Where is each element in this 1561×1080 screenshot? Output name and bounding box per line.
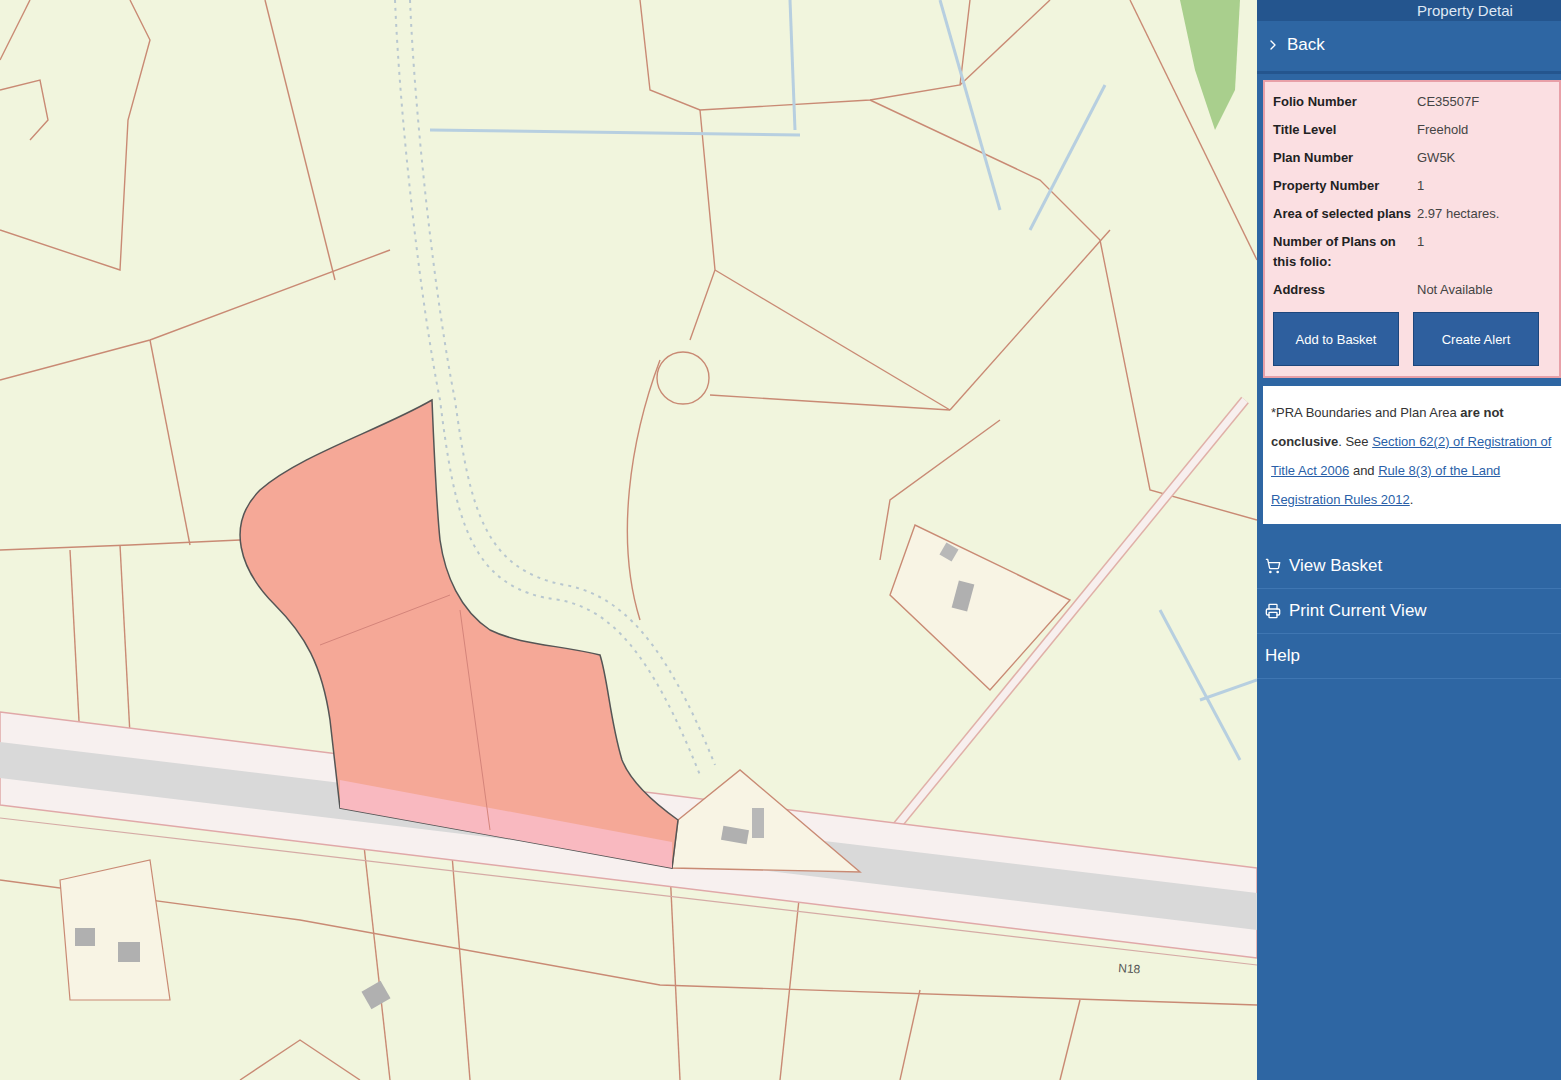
detail-value: 1 bbox=[1417, 232, 1551, 272]
side-road bbox=[865, 400, 1245, 865]
parcel-boundary bbox=[690, 110, 715, 340]
menu-item[interactable]: View Basket bbox=[1257, 544, 1561, 589]
action-button[interactable]: Add to Basket bbox=[1273, 312, 1399, 366]
building bbox=[952, 580, 975, 611]
parcel-boundary bbox=[150, 340, 190, 545]
selected-parcel[interactable] bbox=[240, 400, 678, 868]
road-carriageway bbox=[0, 742, 1257, 930]
chevron-icon bbox=[1265, 37, 1281, 53]
parcel-boundary bbox=[1130, 0, 1257, 260]
detail-value: GW5K bbox=[1417, 148, 1551, 168]
detail-label: Property Number bbox=[1273, 176, 1413, 196]
parcel-boundary bbox=[265, 0, 335, 280]
detail-value: 1 bbox=[1417, 176, 1551, 196]
building bbox=[752, 808, 764, 838]
watercourse bbox=[1200, 680, 1257, 700]
parcel-boundary bbox=[900, 990, 920, 1080]
parcel-boundary bbox=[950, 230, 1110, 410]
detail-value: Not Available bbox=[1417, 280, 1551, 300]
notice-text: . See bbox=[1338, 434, 1372, 449]
detail-label: Plan Number bbox=[1273, 148, 1413, 168]
back-link[interactable]: Back bbox=[1257, 21, 1561, 74]
panel-title: Property Detai bbox=[1257, 0, 1561, 21]
menu-item[interactable]: Help bbox=[1257, 634, 1561, 679]
road-label: N18 bbox=[1118, 961, 1141, 977]
disclaimer-notice: *PRA Boundaries and Plan Area are not co… bbox=[1263, 386, 1561, 524]
notice-text: *PRA Boundaries and Plan Area bbox=[1271, 405, 1460, 420]
sidebar: Property DetaiBack Folio NumberCE35507FTi… bbox=[1257, 0, 1561, 1080]
detail-label: Folio Number bbox=[1273, 92, 1413, 112]
parcel-division bbox=[320, 595, 450, 645]
watercourse bbox=[940, 0, 1000, 210]
parcel-boundary bbox=[70, 550, 80, 740]
parcel-boundary bbox=[640, 0, 970, 110]
detail-label: Address bbox=[1273, 280, 1413, 300]
property-details: Folio NumberCE35507FTitle LevelFreeholdP… bbox=[1263, 80, 1561, 378]
menu-item[interactable]: Print Current View bbox=[1257, 589, 1561, 634]
notice-text: . bbox=[1410, 492, 1414, 507]
woodland bbox=[1180, 0, 1240, 130]
parcel-boundary bbox=[780, 890, 800, 1080]
watercourse bbox=[1030, 85, 1105, 230]
parcel-map[interactable]: N18 bbox=[0, 0, 1257, 1080]
parcel-boundary bbox=[0, 80, 48, 140]
parcel-boundary bbox=[240, 1040, 360, 1080]
sidebar-menu: View BasketPrint Current ViewHelp bbox=[1257, 544, 1561, 679]
parcel-boundary bbox=[0, 0, 30, 60]
building bbox=[118, 942, 140, 962]
detail-value: 2.97 hectares. bbox=[1417, 204, 1551, 224]
detail-label: Number of Plans on this folio: bbox=[1273, 232, 1413, 272]
parcel-boundary bbox=[0, 250, 390, 380]
notice-text: and bbox=[1349, 463, 1378, 478]
parcel-boundary bbox=[710, 395, 950, 410]
house-plot bbox=[890, 525, 1070, 690]
parcel-division bbox=[460, 610, 490, 830]
detail-value: CE35507F bbox=[1417, 92, 1551, 112]
building bbox=[939, 542, 958, 561]
selected-parcel-road-strip bbox=[340, 780, 672, 868]
parcel-boundary bbox=[670, 870, 680, 1080]
printer-icon bbox=[1265, 603, 1281, 619]
house-plot bbox=[672, 770, 860, 872]
parcel-boundary bbox=[1060, 1000, 1080, 1080]
cart-icon bbox=[1265, 558, 1281, 574]
house-plot bbox=[60, 860, 170, 1000]
action-button[interactable]: Create Alert bbox=[1413, 312, 1539, 366]
parcel-boundary bbox=[0, 0, 150, 270]
parcel-boundary bbox=[657, 352, 709, 404]
detail-label: Area of selected plans bbox=[1273, 204, 1413, 224]
detail-label: Title Level bbox=[1273, 120, 1413, 140]
action-row: Add to Basket Create Alert bbox=[1273, 312, 1551, 366]
parcel-boundary bbox=[960, 0, 1050, 85]
map-area[interactable]: N18 bbox=[0, 0, 1257, 1080]
detail-value: Freehold bbox=[1417, 120, 1551, 140]
parcel-boundary bbox=[450, 830, 470, 1080]
watercourse bbox=[790, 0, 795, 130]
road bbox=[0, 712, 1257, 958]
app: N18 Property DetaiBack Folio NumberCE35507… bbox=[0, 0, 1561, 1080]
watercourse bbox=[430, 130, 800, 135]
details-grid: Folio NumberCE35507FTitle LevelFreeholdP… bbox=[1273, 92, 1551, 300]
watercourse bbox=[1160, 610, 1240, 760]
building bbox=[75, 928, 95, 946]
parcel-boundary bbox=[870, 100, 1100, 240]
building bbox=[721, 826, 749, 844]
side-road bbox=[865, 400, 1245, 865]
parcel-boundary bbox=[120, 545, 130, 735]
parcel-boundary bbox=[627, 360, 660, 620]
parcel-boundary bbox=[715, 270, 950, 410]
building bbox=[361, 981, 390, 1009]
